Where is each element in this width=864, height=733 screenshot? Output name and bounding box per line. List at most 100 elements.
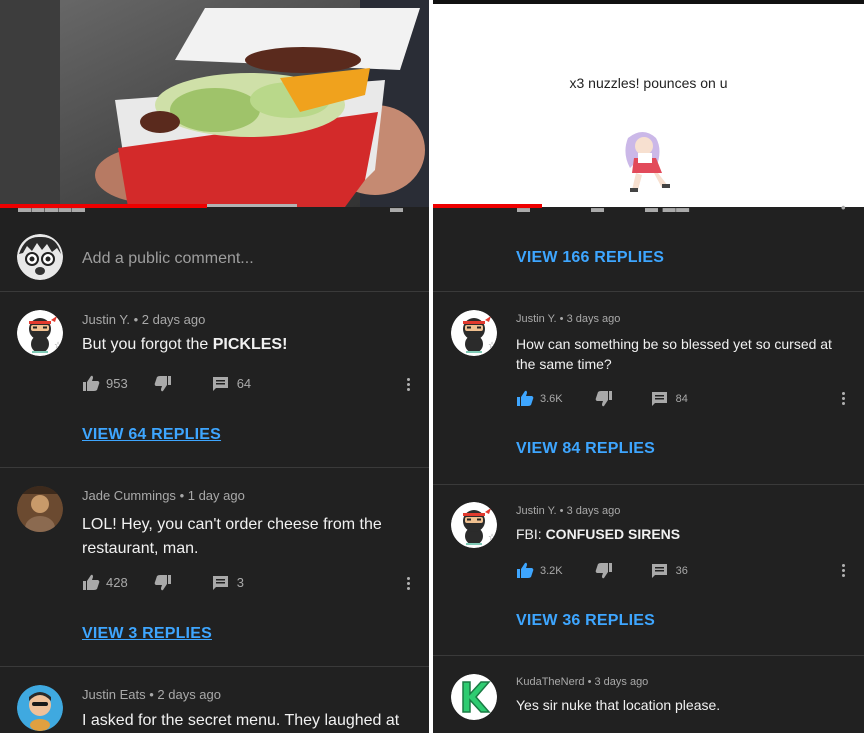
- comment-meta: KudaTheNerd • 3 days ago: [516, 676, 648, 688]
- comment-author[interactable]: Jade Cummings: [82, 488, 176, 503]
- comment-time: 3 days ago: [566, 505, 621, 517]
- comment-text-bold: CONFUSED SIRENS: [545, 526, 681, 542]
- view-replies-link[interactable]: VIEW 36 REPLIES: [516, 612, 655, 630]
- thumbs-down-icon: [595, 391, 612, 407]
- like-button[interactable]: 3.6K: [516, 390, 563, 407]
- comment-text-line: How can something be so blessed yet so c…: [516, 336, 832, 352]
- letter-k-avatar-image: [451, 674, 497, 720]
- comment-time: 2 days ago: [141, 312, 206, 327]
- meta-dot: •: [179, 488, 188, 503]
- svg-text:☆: ☆: [488, 533, 496, 543]
- comment-item: ☆ Justin Y. • 3 days ago FBI: CONFUSED S…: [433, 485, 864, 655]
- video-player[interactable]: x3 nuzzles! pounces on u: [433, 0, 864, 207]
- comment-author[interactable]: Justin Y.: [82, 312, 130, 327]
- more-vert-icon[interactable]: [842, 564, 845, 577]
- video-progress-buffered: [207, 204, 297, 207]
- thumbs-up-icon: [83, 574, 100, 590]
- add-comment-row[interactable]: Add a public comment...: [0, 208, 429, 292]
- comment-text-line: the same time?: [516, 356, 612, 372]
- user-avatar: [17, 234, 63, 280]
- thumbs-up-icon: [517, 562, 534, 578]
- comment-text: FBI: CONFUSED SIRENS: [516, 526, 680, 542]
- more-vert-icon[interactable]: [407, 577, 410, 590]
- dislike-button[interactable]: [595, 562, 613, 579]
- dislike-button[interactable]: [595, 390, 613, 407]
- ninja-avatar-image: ☆: [451, 502, 497, 548]
- more-icon-cut: •: [841, 200, 847, 214]
- comment-item: ☆ Justin Y. • 2 days ago But you forgot …: [0, 292, 429, 467]
- commenter-avatar[interactable]: ☆: [451, 310, 497, 356]
- video-top-edge: [433, 0, 864, 4]
- comment-meta: Justin Eats • 2 days ago: [82, 687, 221, 702]
- add-comment-input[interactable]: Add a public comment...: [82, 250, 254, 268]
- comment-time: 1 day ago: [187, 488, 245, 503]
- more-vert-icon[interactable]: [407, 378, 410, 391]
- left-panel: ▬▬▬▬▬ ▬▬ ▬ Add a public comment...: [0, 0, 429, 733]
- comment-text-plain: FBI:: [516, 526, 546, 542]
- comment-time: 3 days ago: [566, 313, 621, 325]
- comment-text-line: LOL! Hey, you can't order cheese from th…: [82, 516, 382, 533]
- dislike-button[interactable]: [154, 574, 172, 591]
- thumbs-up-icon: [517, 390, 534, 406]
- comment-actions: 3.2K 36: [516, 562, 688, 579]
- comment-meta: Justin Y. • 3 days ago: [516, 505, 620, 517]
- dislike-button[interactable]: [154, 375, 172, 392]
- comment-author[interactable]: KudaTheNerd: [516, 676, 585, 688]
- reply-count: 84: [675, 392, 688, 405]
- like-count: 428: [106, 575, 128, 590]
- more-vert-icon[interactable]: [842, 392, 845, 405]
- like-button[interactable]: 428: [82, 574, 128, 591]
- reply-button[interactable]: 3: [212, 575, 244, 591]
- reply-button[interactable]: 84: [651, 391, 688, 407]
- comment-text-plain: But you forgot the: [82, 336, 213, 353]
- comment-text: But you forgot the PICKLES!: [82, 336, 287, 354]
- view-replies-link[interactable]: VIEW 3 REPLIES: [82, 625, 212, 643]
- reply-button[interactable]: 64: [212, 376, 251, 392]
- comment-text-line: restaurant, man.: [82, 540, 199, 557]
- reply-icon: [651, 563, 667, 578]
- comment-meta: Justin Y. • 2 days ago: [82, 312, 205, 327]
- thumbs-down-icon: [154, 376, 171, 392]
- meta-dot: •: [559, 505, 567, 517]
- video-frame-burger: [0, 0, 429, 207]
- comment-author[interactable]: Justin Y.: [516, 313, 557, 325]
- commenter-avatar[interactable]: ☆: [17, 310, 63, 356]
- thumbs-down-icon: [595, 563, 612, 579]
- comment-text: LOL! Hey, you can't order cheese from th…: [82, 513, 382, 561]
- reply-count: 36: [675, 564, 688, 577]
- video-player[interactable]: [0, 0, 429, 207]
- right-panel: x3 nuzzles! pounces on u ▬ ▬▬ ▬ ▬ ▬▬ • V…: [433, 0, 864, 733]
- cartoon-avatar-image: [17, 685, 63, 731]
- ninja-avatar-image: ☆: [451, 310, 497, 356]
- commenter-avatar[interactable]: [451, 674, 497, 720]
- comment-author[interactable]: Justin Eats: [82, 687, 146, 702]
- thumbs-up-icon: [83, 375, 100, 391]
- anime-girl-sprite-image: [625, 132, 670, 192]
- commenter-avatar[interactable]: [17, 685, 63, 731]
- view-replies-link[interactable]: VIEW 166 REPLIES: [516, 249, 664, 267]
- like-icon-cut: ▬ ▬▬: [517, 200, 531, 214]
- comment-text: How can something be so blessed yet so c…: [516, 334, 832, 374]
- like-button[interactable]: 3.2K: [516, 562, 563, 579]
- commenter-avatar[interactable]: [17, 486, 63, 532]
- reply-icon: [651, 391, 667, 406]
- thumbs-down-icon: [154, 575, 171, 591]
- like-count: 3.6K: [540, 392, 563, 405]
- photo-avatar-image: [17, 486, 63, 532]
- comment-author[interactable]: Justin Y.: [516, 505, 557, 517]
- comment-item: KudaTheNerd • 3 days ago Yes sir nuke th…: [433, 656, 864, 733]
- comment-actions: 428 3: [82, 574, 244, 591]
- anime-face-avatar-image: [17, 234, 63, 280]
- reply-count: 3: [236, 575, 244, 590]
- reply-button[interactable]: 36: [651, 563, 688, 579]
- comment-meta: Jade Cummings • 1 day ago: [82, 488, 245, 503]
- view-replies-link[interactable]: VIEW 64 REPLIES: [82, 426, 221, 444]
- view-replies-link[interactable]: VIEW 84 REPLIES: [516, 440, 655, 458]
- meta-dot: •: [559, 313, 567, 325]
- like-button[interactable]: 953: [82, 375, 128, 392]
- comment-item: ☆ Justin Y. • 3 days ago How can somethi…: [433, 292, 864, 484]
- commenter-avatar[interactable]: ☆: [451, 502, 497, 548]
- comment-text: I asked for the secret menu. They laughe…: [82, 712, 400, 729]
- reply-icon: [212, 376, 228, 391]
- comment-text: Yes sir nuke that location please.: [516, 697, 721, 713]
